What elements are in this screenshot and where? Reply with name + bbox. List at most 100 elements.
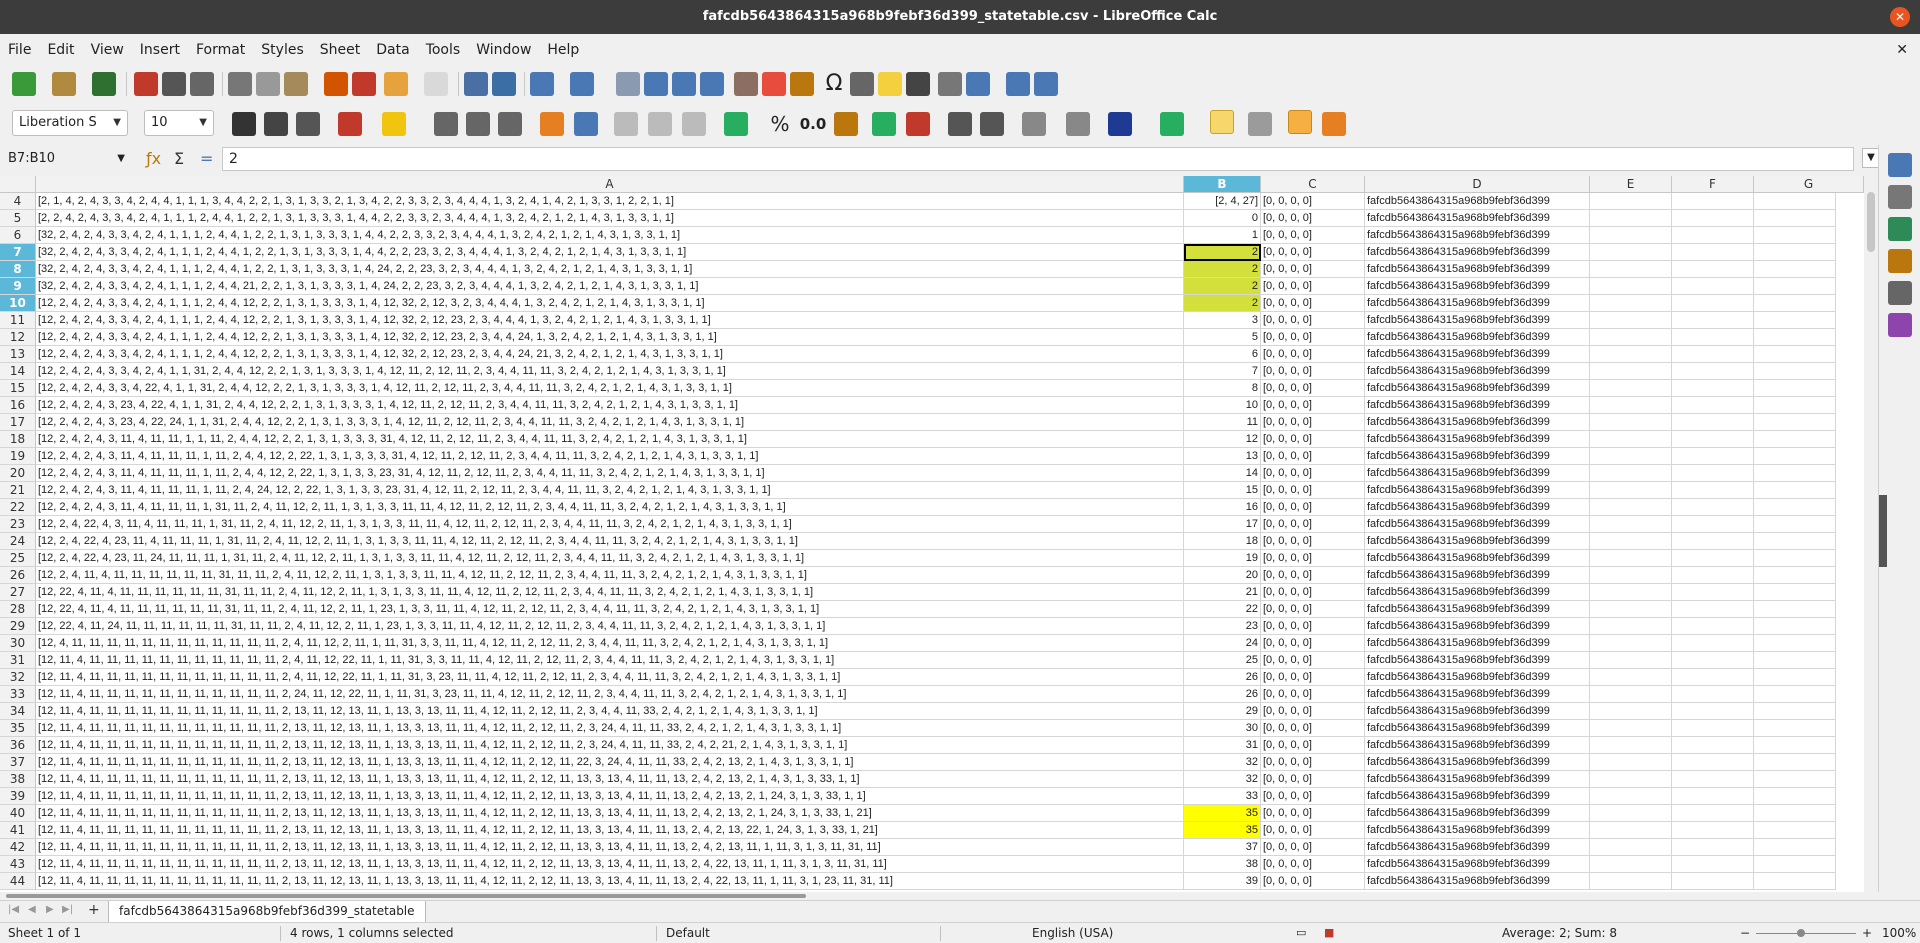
cell-empty[interactable] (1754, 363, 1836, 380)
cell-empty[interactable] (1590, 550, 1672, 567)
row-header[interactable]: 20 (0, 465, 36, 482)
print-icon[interactable] (162, 72, 186, 96)
cut-icon[interactable] (228, 72, 252, 96)
row-header[interactable]: 33 (0, 686, 36, 703)
row-header[interactable]: 9 (0, 278, 36, 295)
cell-step-value[interactable]: 37 (1184, 839, 1261, 856)
column-icon[interactable] (570, 72, 594, 96)
cell-empty[interactable] (1590, 584, 1672, 601)
row-header[interactable]: 8 (0, 261, 36, 278)
cell-id[interactable]: fafcdb5643864315a968b9febf36d399 (1365, 227, 1590, 244)
cell-state-vector[interactable]: [12, 11, 4, 11, 11, 11, 11, 11, 11, 11, … (36, 703, 1184, 720)
cell-empty[interactable] (1672, 210, 1754, 227)
row-header[interactable]: 35 (0, 720, 36, 737)
cell-empty[interactable] (1590, 839, 1672, 856)
cell-counter-vector[interactable]: [0, 0, 0, 0] (1261, 873, 1365, 890)
cell-empty[interactable] (1590, 465, 1672, 482)
cell-empty[interactable] (1672, 261, 1754, 278)
cell-counter-vector[interactable]: [0, 0, 0, 0] (1261, 431, 1365, 448)
cell-id[interactable]: fafcdb5643864315a968b9febf36d399 (1365, 720, 1590, 737)
gallery-icon[interactable] (1888, 249, 1912, 273)
zoom-level[interactable]: 100% (1882, 923, 1916, 943)
cell-id[interactable]: fafcdb5643864315a968b9febf36d399 (1365, 482, 1590, 499)
cell-id[interactable]: fafcdb5643864315a968b9febf36d399 (1365, 448, 1590, 465)
cell-empty[interactable] (1672, 669, 1754, 686)
paste-icon[interactable] (284, 72, 308, 96)
export-pdf-icon[interactable] (134, 72, 158, 96)
cell-empty[interactable] (1672, 567, 1754, 584)
cell-counter-vector[interactable]: [0, 0, 0, 0] (1261, 754, 1365, 771)
define-print-area-icon[interactable] (938, 72, 962, 96)
menu-insert[interactable]: Insert (132, 34, 188, 66)
row-header[interactable]: 25 (0, 550, 36, 567)
cell-empty[interactable] (1672, 244, 1754, 261)
cell-counter-vector[interactable]: [0, 0, 0, 0] (1261, 771, 1365, 788)
cell-empty[interactable] (1672, 363, 1754, 380)
cell-empty[interactable] (1754, 567, 1836, 584)
cell-step-value[interactable]: 16 (1184, 499, 1261, 516)
row-header[interactable]: 40 (0, 805, 36, 822)
cell-counter-vector[interactable]: [0, 0, 0, 0] (1261, 822, 1365, 839)
cell-counter-vector[interactable]: [0, 0, 0, 0] (1261, 686, 1365, 703)
autofilter-icon[interactable] (700, 72, 724, 96)
document-close-icon[interactable]: ✕ (1896, 34, 1908, 66)
column-header-e[interactable]: E (1590, 176, 1672, 193)
cell-empty[interactable] (1590, 805, 1672, 822)
cell-empty[interactable] (1754, 533, 1836, 550)
row-header[interactable]: 32 (0, 669, 36, 686)
cell-empty[interactable] (1672, 499, 1754, 516)
row-header[interactable]: 39 (0, 788, 36, 805)
cell-state-vector[interactable]: [12, 11, 4, 11, 11, 11, 11, 11, 11, 11, … (36, 652, 1184, 669)
cell-empty[interactable] (1590, 414, 1672, 431)
cell-step-value[interactable]: 32 (1184, 754, 1261, 771)
cell-empty[interactable] (1590, 346, 1672, 363)
cell-step-value[interactable]: 2 (1184, 278, 1261, 295)
row-header[interactable]: 17 (0, 414, 36, 431)
sort-icon[interactable] (616, 72, 640, 96)
cell-id[interactable]: fafcdb5643864315a968b9febf36d399 (1365, 601, 1590, 618)
cell-counter-vector[interactable]: [0, 0, 0, 0] (1261, 295, 1365, 312)
cell-empty[interactable] (1754, 278, 1836, 295)
menu-data[interactable]: Data (368, 34, 417, 66)
function-wizard-icon[interactable]: ƒx (146, 149, 161, 168)
row-header[interactable]: 36 (0, 737, 36, 754)
cell-empty[interactable] (1754, 669, 1836, 686)
cell-empty[interactable] (1754, 686, 1836, 703)
cell-empty[interactable] (1754, 584, 1836, 601)
cell-empty[interactable] (1754, 244, 1836, 261)
cell-empty[interactable] (1590, 771, 1672, 788)
cell-step-value[interactable]: 19 (1184, 550, 1261, 567)
cell-empty[interactable] (1754, 635, 1836, 652)
cell-empty[interactable] (1590, 278, 1672, 295)
cell-empty[interactable] (1672, 754, 1754, 771)
cell-id[interactable]: fafcdb5643864315a968b9febf36d399 (1365, 550, 1590, 567)
row-icon[interactable] (530, 72, 554, 96)
cell-state-vector[interactable]: [32, 2, 4, 2, 4, 3, 3, 4, 2, 4, 1, 1, 1,… (36, 244, 1184, 261)
cell-empty[interactable] (1754, 822, 1836, 839)
cell-id[interactable]: fafcdb5643864315a968b9febf36d399 (1365, 856, 1590, 873)
cell-empty[interactable] (1590, 397, 1672, 414)
cell-empty[interactable] (1590, 873, 1672, 890)
cell-step-value[interactable]: 35 (1184, 822, 1261, 839)
percent-format-icon[interactable]: % (768, 112, 792, 136)
freeze-rows-columns-icon[interactable] (966, 72, 990, 96)
cell-id[interactable]: fafcdb5643864315a968b9febf36d399 (1365, 516, 1590, 533)
cell-empty[interactable] (1672, 856, 1754, 873)
cell-state-vector[interactable]: [12, 2, 4, 2, 4, 3, 3, 4, 2, 4, 1, 1, 1,… (36, 295, 1184, 312)
row-header[interactable]: 38 (0, 771, 36, 788)
cell-state-vector[interactable]: [12, 22, 4, 11, 4, 11, 11, 11, 11, 11, 1… (36, 601, 1184, 618)
cell-empty[interactable] (1754, 499, 1836, 516)
formula-input[interactable]: 2 (222, 147, 1854, 171)
cell-step-value[interactable]: 14 (1184, 465, 1261, 482)
cell-empty[interactable] (1754, 601, 1836, 618)
menu-styles[interactable]: Styles (253, 34, 311, 66)
cell-empty[interactable] (1672, 227, 1754, 244)
cell-state-vector[interactable]: [12, 2, 4, 2, 4, 3, 23, 4, 22, 24, 1, 1,… (36, 414, 1184, 431)
row-header[interactable]: 28 (0, 601, 36, 618)
menu-file[interactable]: File (0, 34, 39, 66)
cell-counter-vector[interactable]: [0, 0, 0, 0] (1261, 720, 1365, 737)
cell-state-vector[interactable]: [12, 2, 4, 2, 4, 3, 11, 4, 11, 11, 11, 1… (36, 448, 1184, 465)
cell-counter-vector[interactable]: [0, 0, 0, 0] (1261, 550, 1365, 567)
cell-empty[interactable] (1672, 720, 1754, 737)
cell-state-vector[interactable]: [2, 1, 4, 2, 4, 3, 3, 4, 2, 4, 4, 1, 1, … (36, 193, 1184, 210)
